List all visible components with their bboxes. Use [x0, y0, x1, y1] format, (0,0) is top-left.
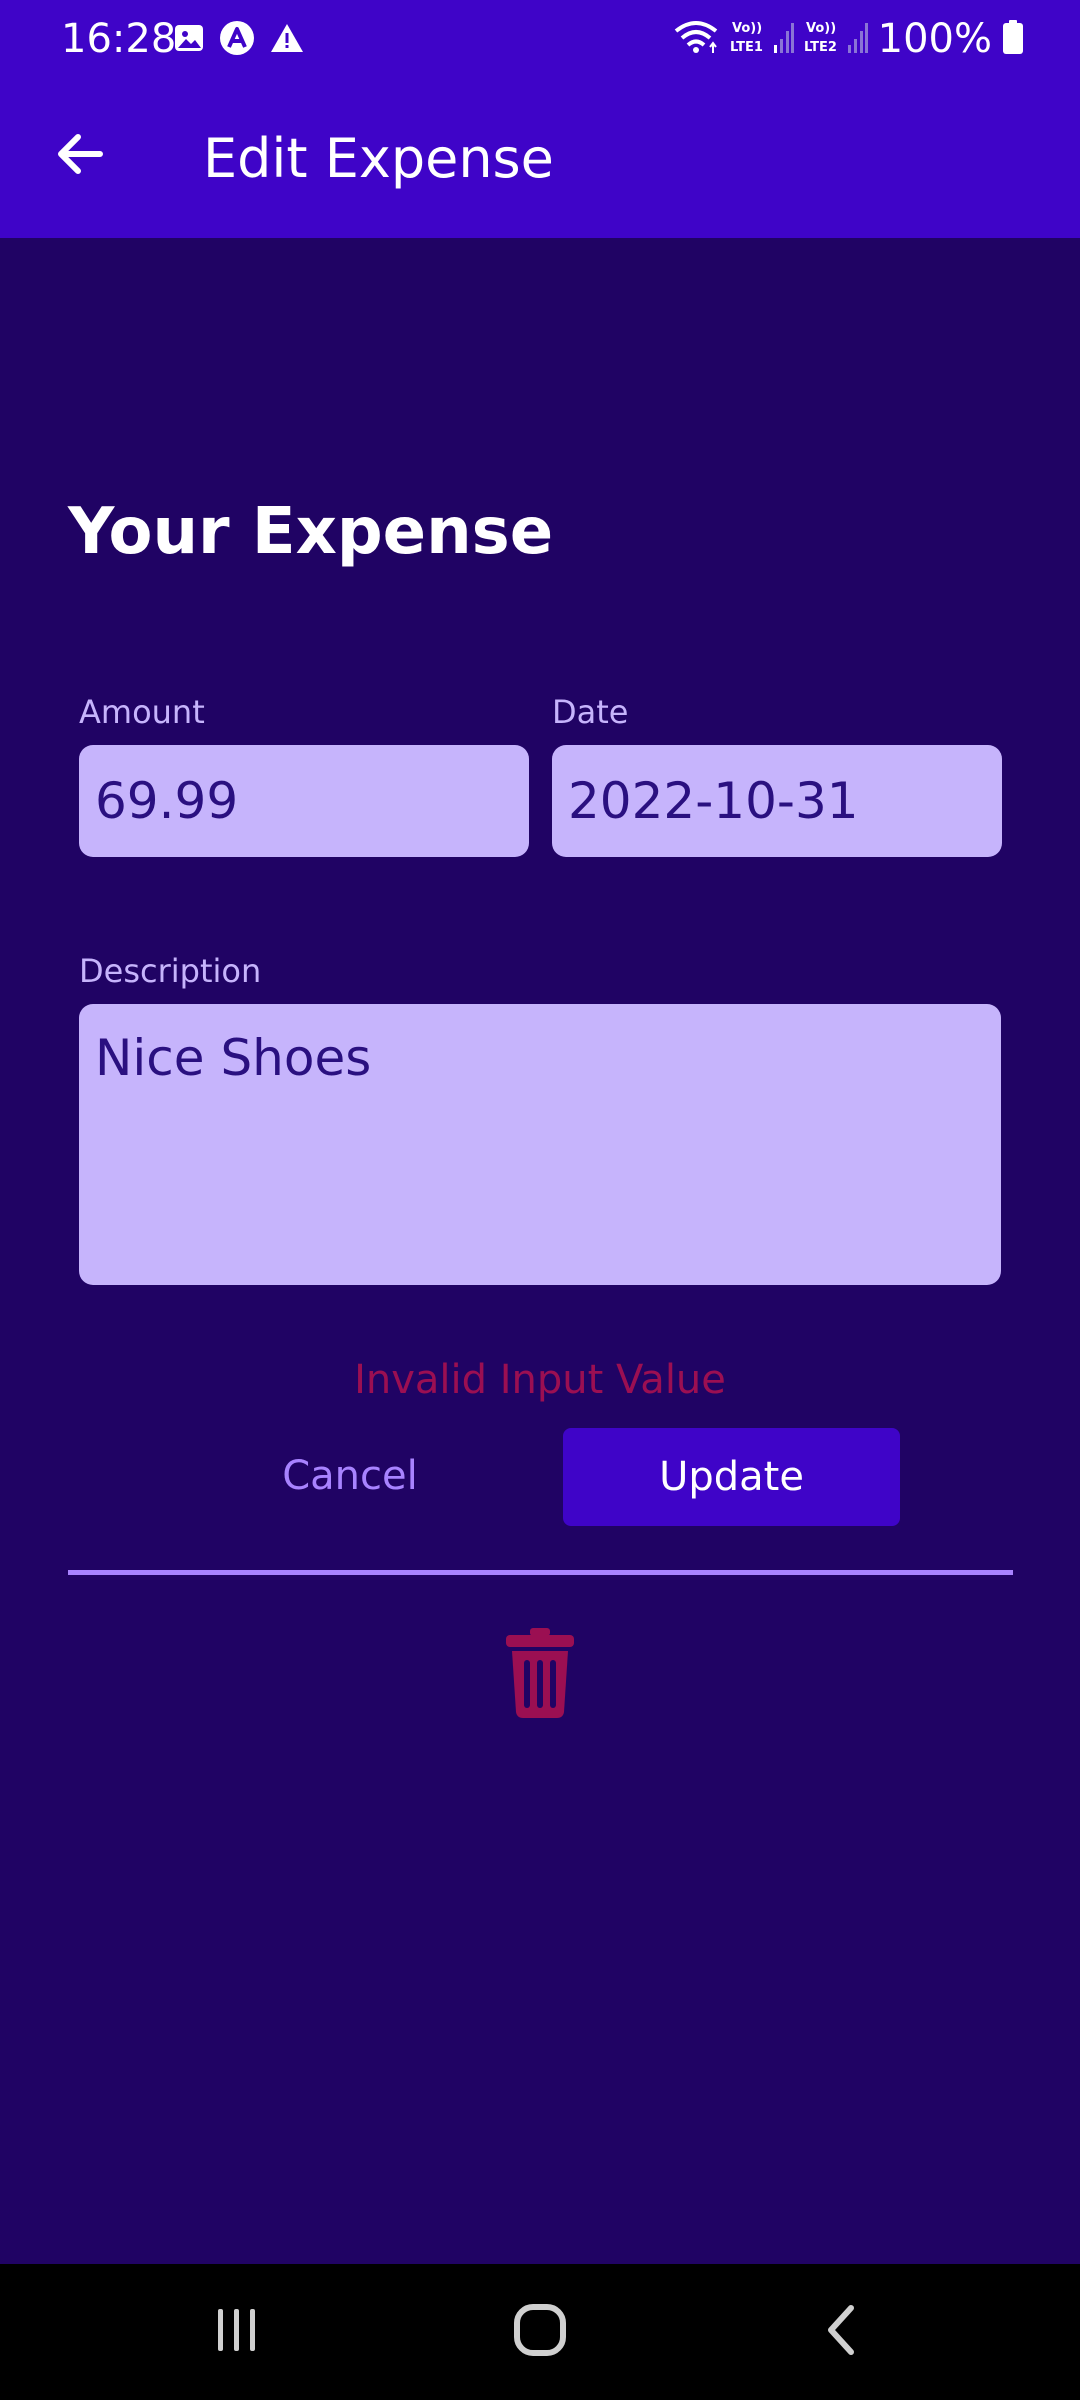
system-nav-bar	[0, 2264, 1080, 2400]
nav-back-button[interactable]	[787, 2282, 897, 2382]
amount-label: Amount	[79, 693, 205, 731]
svg-text:Vo)): Vo))	[732, 21, 762, 36]
description-value: Nice Shoes	[95, 1029, 372, 1087]
cancel-button-label: Cancel	[282, 1453, 418, 1499]
status-system-icons: Vo)) LTE1 Vo)) LTE2 100%	[672, 14, 1024, 64]
battery-percentage: 100%	[877, 16, 992, 62]
arrow-left-icon	[54, 128, 106, 184]
error-message: Invalid Input Value	[354, 1357, 726, 1403]
app-icon	[219, 20, 255, 60]
svg-text:LTE2: LTE2	[804, 40, 837, 55]
amount-input[interactable]: 69.99	[79, 745, 529, 857]
update-button[interactable]: Update	[563, 1428, 900, 1526]
gallery-icon	[173, 22, 205, 58]
page-title: Edit Expense	[203, 127, 554, 190]
form-heading: Your Expense	[68, 495, 554, 569]
date-value: 2022-10-31	[568, 772, 859, 830]
back-button[interactable]	[40, 116, 120, 196]
cancel-button[interactable]: Cancel	[240, 1428, 460, 1524]
back-icon	[817, 2302, 867, 2362]
home-icon	[512, 2302, 568, 2362]
trash-icon	[504, 1628, 576, 1722]
recents-button[interactable]	[182, 2282, 292, 2382]
date-input[interactable]: 2022-10-31	[552, 745, 1002, 857]
status-bar: 16:28 Vo)) LTE1 Vo)) LTE2 100%	[0, 0, 1080, 80]
recents-icon	[212, 2305, 262, 2359]
edit-expense-screen: 16:28 Vo)) LTE1 Vo)) LTE2 100% Edit Expe…	[0, 0, 1080, 2400]
app-bar: Edit Expense	[0, 80, 1080, 238]
description-label: Description	[79, 952, 262, 990]
delete-button[interactable]	[495, 1625, 585, 1725]
description-textarea[interactable]: Nice Shoes	[79, 1004, 1001, 1285]
amount-value: 69.99	[95, 772, 239, 830]
home-button[interactable]	[485, 2282, 595, 2382]
wifi-icon	[672, 19, 720, 59]
svg-text:LTE1: LTE1	[730, 40, 763, 55]
battery-icon	[1002, 19, 1024, 59]
status-time: 16:28	[61, 16, 177, 62]
lte1-signal-icon: Vo)) LTE1	[730, 17, 794, 61]
lte2-signal-icon: Vo)) LTE2	[804, 17, 868, 61]
svg-text:Vo)): Vo))	[806, 21, 836, 36]
divider	[68, 1570, 1013, 1575]
update-button-label: Update	[659, 1454, 804, 1500]
date-label: Date	[552, 693, 629, 731]
warning-icon	[269, 22, 305, 58]
status-notification-icons	[173, 20, 305, 60]
